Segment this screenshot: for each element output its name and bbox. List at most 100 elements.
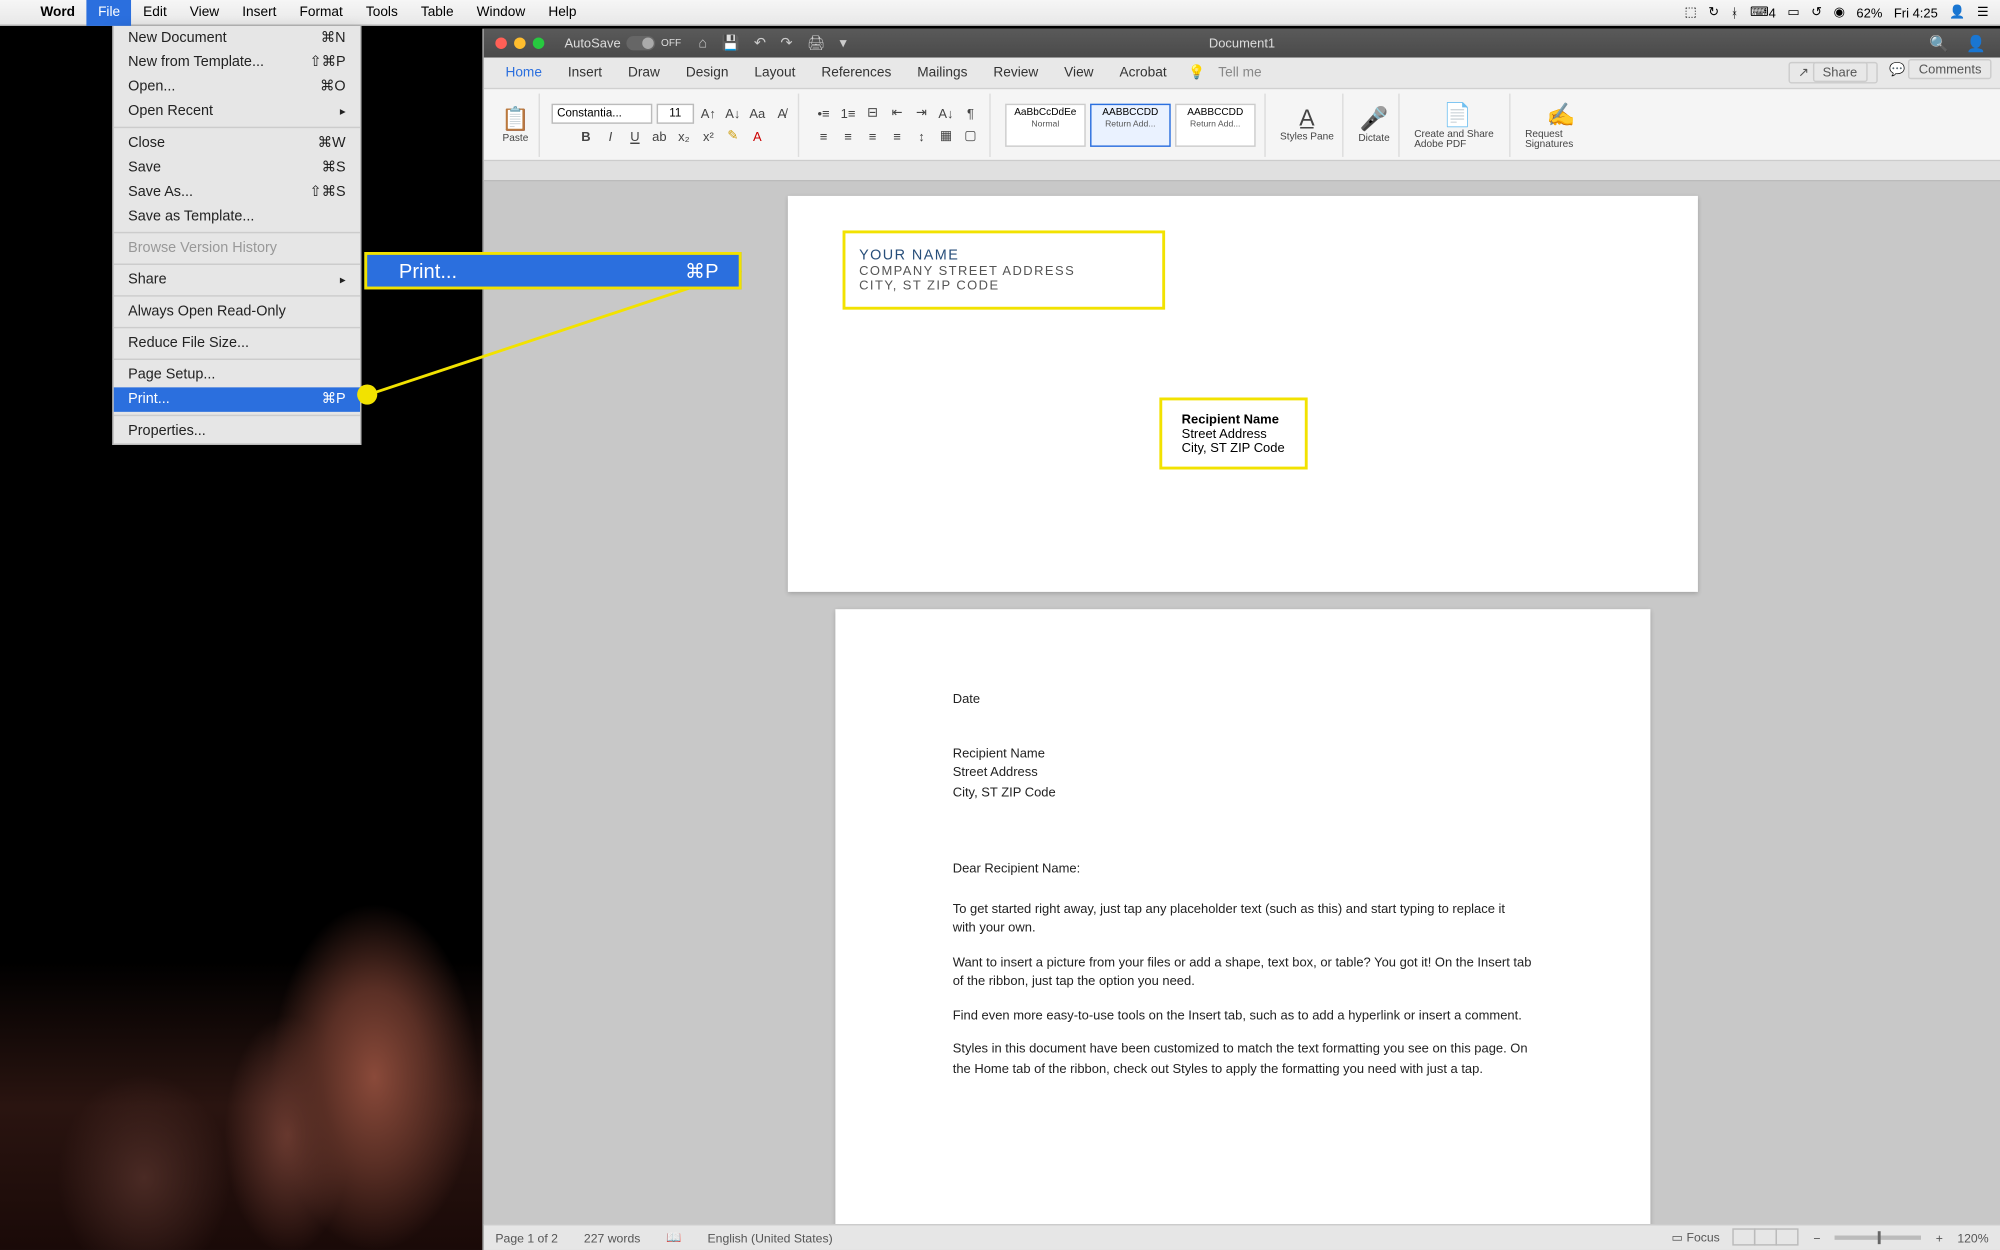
style-option[interactable]: AaBbCcDdEeNormal [1005, 103, 1086, 146]
menu-table[interactable]: Table [409, 0, 465, 25]
chevron-down-icon[interactable]: ▾ [840, 35, 847, 51]
menu-item[interactable]: Page Setup... [114, 363, 360, 387]
bold-icon[interactable]: B [576, 126, 596, 146]
menu-item[interactable]: Reduce File Size... [114, 331, 360, 355]
zoom-level[interactable]: 120% [1957, 1230, 1988, 1244]
grow-font-icon[interactable]: A↑ [698, 103, 718, 123]
tab-insert[interactable]: Insert [555, 59, 615, 86]
tab-home[interactable]: Home [492, 59, 554, 86]
undo-icon[interactable]: ↶ [754, 35, 766, 51]
tab-acrobat[interactable]: Acrobat [1107, 59, 1180, 86]
align-left-icon[interactable]: ≡ [813, 126, 833, 146]
menu-edit[interactable]: Edit [132, 0, 179, 25]
menu-item[interactable]: Properties... [114, 419, 360, 443]
indent-icon[interactable]: ⇥ [911, 103, 931, 123]
justify-icon[interactable]: ≡ [887, 126, 907, 146]
search-icon[interactable]: 🔍 [1929, 34, 1949, 53]
outdent-icon[interactable]: ⇤ [887, 103, 907, 123]
envelope-page[interactable]: YOUR NAME COMPANY STREET ADDRESS CITY, S… [787, 196, 1697, 592]
tab-references[interactable]: References [808, 59, 904, 86]
tab-layout[interactable]: Layout [741, 59, 808, 86]
tab-view[interactable]: View [1051, 59, 1106, 86]
menu-icon[interactable]: ☰ [1977, 4, 1989, 20]
keyboard-icon[interactable]: ⌨4 [1750, 4, 1776, 20]
view-buttons[interactable] [1734, 1228, 1799, 1248]
zoom-slider[interactable] [1835, 1236, 1921, 1240]
style-option[interactable]: AABBCCDDReturn Add... [1090, 103, 1171, 146]
account-icon[interactable]: 👤 [1966, 34, 1986, 53]
language[interactable]: English (United States) [707, 1230, 832, 1244]
ruler[interactable] [484, 161, 2000, 181]
style-option[interactable]: AABBCCDDReturn Add... [1175, 103, 1256, 146]
sync-icon[interactable]: ↻ [1708, 4, 1719, 20]
save-icon[interactable]: 💾 [722, 35, 740, 51]
underline-icon[interactable]: U [625, 126, 645, 146]
line-spacing-icon[interactable]: ↕ [911, 126, 931, 146]
font-color-icon[interactable]: A [747, 126, 767, 146]
clear-format-icon[interactable]: A̸ [772, 103, 792, 123]
menu-item[interactable]: Always Open Read-Only [114, 300, 360, 324]
menu-item[interactable]: Share [114, 268, 360, 292]
menu-item[interactable]: Save⌘S [114, 156, 360, 180]
menu-file[interactable]: File [87, 0, 132, 25]
battery-icon[interactable]: 62% [1856, 5, 1882, 19]
request-sign-button[interactable]: ✍Request Signatures [1525, 100, 1597, 149]
multilevel-icon[interactable]: ⊟ [862, 103, 882, 123]
sort-icon[interactable]: A↓ [936, 103, 956, 123]
menu-item[interactable]: Save as Template... [114, 204, 360, 228]
word-count[interactable]: 227 words [584, 1230, 640, 1244]
tab-review[interactable]: Review [980, 59, 1051, 86]
align-right-icon[interactable]: ≡ [862, 126, 882, 146]
user-icon[interactable]: 👤 [1949, 4, 1965, 20]
app-name[interactable]: Word [29, 0, 87, 25]
autosave-toggle[interactable] [626, 36, 655, 50]
menu-item[interactable]: Save As...⇧⌘S [114, 180, 360, 204]
italic-icon[interactable]: I [600, 126, 620, 146]
strike-icon[interactable]: ab [649, 126, 669, 146]
menu-tools[interactable]: Tools [354, 0, 409, 25]
menu-window[interactable]: Window [465, 0, 537, 25]
menu-item[interactable]: Close⌘W [114, 131, 360, 155]
styles-pane-button[interactable]: A̲Styles Pane [1280, 107, 1334, 143]
menu-item[interactable]: Print...⌘P [114, 387, 360, 411]
tell-me[interactable]: Tell me [1205, 59, 1274, 86]
font-family-select[interactable]: Constantia... [551, 103, 652, 123]
tab-design[interactable]: Design [673, 59, 742, 86]
wifi-icon[interactable]: ◉ [1834, 4, 1845, 20]
menu-format[interactable]: Format [288, 0, 354, 25]
menu-item[interactable]: New Document⌘N [114, 26, 360, 50]
close-icon[interactable] [495, 37, 507, 49]
paragraph-icon[interactable]: ¶ [960, 103, 980, 123]
numbering-icon[interactable]: 1≡ [838, 103, 858, 123]
menu-item[interactable]: New from Template...⇧⌘P [114, 50, 360, 74]
spellcheck-icon[interactable]: 📖 [666, 1230, 681, 1246]
bullets-icon[interactable]: •≡ [813, 103, 833, 123]
menu-item[interactable]: Open...⌘O [114, 75, 360, 99]
timemachine-icon[interactable]: ↺ [1811, 4, 1822, 20]
clock[interactable]: Fri 4:25 [1894, 5, 1938, 19]
print-icon[interactable]: 🖨 [807, 35, 825, 51]
subscript-icon[interactable]: x₂ [674, 126, 694, 146]
paste-button[interactable]: 📋Paste [501, 105, 530, 144]
shading-icon[interactable]: ▦ [936, 126, 956, 146]
home-icon[interactable]: ⌂ [698, 35, 707, 51]
focus-mode[interactable]: ▭ Focus [1671, 1230, 1719, 1246]
letter-page[interactable]: Date Recipient Name Street Address City,… [834, 609, 1649, 1224]
sender-block[interactable]: YOUR NAME COMPANY STREET ADDRESS CITY, S… [842, 230, 1165, 309]
minimize-icon[interactable] [514, 37, 526, 49]
menu-help[interactable]: Help [537, 0, 588, 25]
shrink-font-icon[interactable]: A↓ [723, 103, 743, 123]
menu-view[interactable]: View [178, 0, 230, 25]
align-center-icon[interactable]: ≡ [838, 126, 858, 146]
page-count[interactable]: Page 1 of 2 [495, 1230, 558, 1244]
bluetooth-icon[interactable]: ᚼ [1731, 5, 1739, 19]
dropbox-icon[interactable]: ⬚ [1684, 4, 1696, 20]
font-size-select[interactable]: 11 [657, 103, 694, 123]
menu-insert[interactable]: Insert [231, 0, 288, 25]
tab-mailings[interactable]: Mailings [904, 59, 980, 86]
display-icon[interactable]: ▭ [1787, 4, 1799, 20]
borders-icon[interactable]: ▢ [960, 126, 980, 146]
superscript-icon[interactable]: x² [698, 126, 718, 146]
recipient-block[interactable]: Recipient Name Street Address City, ST Z… [1158, 397, 1307, 469]
tab-draw[interactable]: Draw [615, 59, 673, 86]
